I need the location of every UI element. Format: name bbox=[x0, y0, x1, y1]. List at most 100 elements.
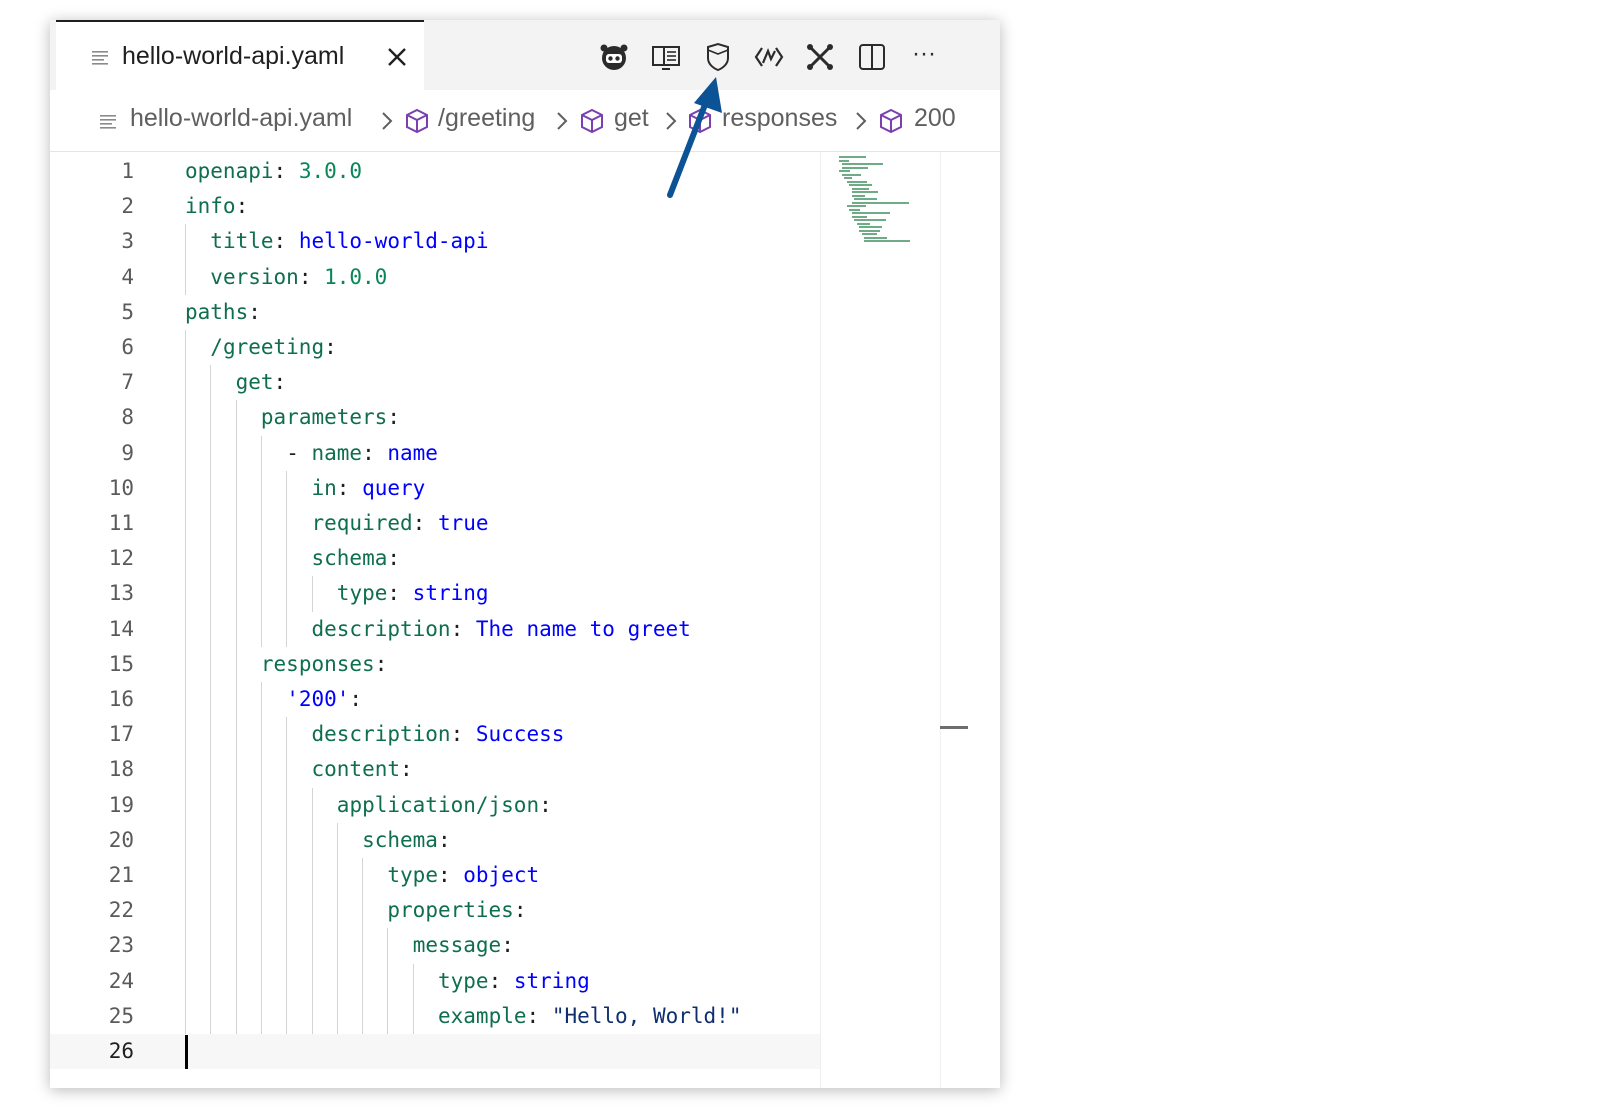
code-token-key: responses bbox=[260, 651, 375, 676]
breadcrumb-file[interactable]: hello-world-api.yaml bbox=[130, 104, 352, 133]
line-number: 1 bbox=[121, 159, 134, 183]
code-token-punct: : bbox=[450, 616, 476, 641]
minimap-line bbox=[854, 198, 877, 200]
code-token-key: title bbox=[210, 229, 274, 254]
code-line: type: object bbox=[387, 858, 539, 893]
code-token-key: get bbox=[235, 370, 274, 395]
line-number: 15 bbox=[108, 651, 134, 676]
close-icon[interactable] bbox=[384, 44, 410, 70]
code-token-val: '200' bbox=[286, 687, 350, 711]
text-cursor bbox=[185, 1035, 188, 1069]
scrollbar-position-marker bbox=[940, 726, 968, 729]
code-line: - name: name bbox=[286, 436, 438, 471]
code-line: type: string bbox=[337, 576, 489, 611]
minimap-line bbox=[849, 184, 872, 186]
vertical-scrollbar[interactable] bbox=[940, 152, 1000, 1088]
code-token-punct: : bbox=[273, 159, 299, 183]
indent-guide bbox=[185, 224, 186, 295]
tab-title: hello-world-api.yaml bbox=[122, 42, 345, 70]
code-token-key: application/json bbox=[336, 792, 540, 817]
code-line: content: bbox=[312, 752, 413, 787]
line-number: 5 bbox=[121, 299, 134, 324]
indent-guide bbox=[235, 400, 237, 1034]
code-editor[interactable]: 1 2 3 4 5 6 7 8 9 10 11 12 13 14 15 16 17 18 19 20 21 22 23 24 2… bbox=[50, 152, 1000, 1088]
line-number: 18 bbox=[108, 757, 134, 782]
indent-guide bbox=[412, 963, 414, 1034]
indent-guide bbox=[286, 717, 288, 1034]
indent-guide bbox=[185, 330, 186, 1034]
code-token-punct: : bbox=[387, 405, 400, 430]
code-token-punct: : bbox=[526, 1003, 552, 1028]
minimap-line bbox=[839, 170, 851, 172]
api-bot-icon[interactable] bbox=[598, 41, 630, 73]
code-token-key: in bbox=[311, 475, 337, 500]
code-line: type: string bbox=[438, 964, 590, 999]
minimap-line bbox=[854, 219, 887, 221]
line-number: 6 bbox=[121, 335, 134, 359]
minimap-line bbox=[839, 159, 849, 162]
code-token-punct: : bbox=[488, 968, 514, 993]
chevron-right-icon bbox=[557, 112, 568, 130]
more-actions-icon[interactable]: ··· bbox=[908, 41, 940, 73]
minimap-line bbox=[846, 180, 868, 183]
code-token-key: info bbox=[185, 194, 236, 219]
code-token-val: The name to greet bbox=[475, 616, 691, 641]
chevron-right-icon bbox=[856, 112, 867, 130]
code-line: description: Success bbox=[312, 717, 565, 752]
code-line: paths: bbox=[185, 295, 261, 330]
minimap-line bbox=[851, 215, 867, 218]
minimap-line bbox=[851, 191, 879, 193]
indent-guide bbox=[362, 858, 364, 1034]
code-token-punct: : bbox=[324, 335, 337, 359]
shield-icon[interactable] bbox=[702, 41, 734, 73]
code-line: parameters: bbox=[261, 400, 400, 435]
breadcrumb-item-200[interactable]: 200 bbox=[914, 104, 956, 133]
code-token-key: required bbox=[311, 511, 413, 535]
code-token-punct: : bbox=[374, 651, 388, 676]
code-token-key: version bbox=[210, 264, 299, 289]
line-number: 16 bbox=[108, 687, 134, 711]
minimap-line bbox=[851, 194, 865, 197]
minimap[interactable] bbox=[820, 152, 941, 1088]
code-line: in: query bbox=[312, 471, 426, 506]
minimap-line bbox=[859, 226, 882, 228]
breadcrumb-item-greeting[interactable]: /greeting bbox=[438, 104, 535, 133]
code-token-val: string bbox=[513, 968, 590, 993]
code-token-punct: : bbox=[387, 581, 413, 606]
tools-icon[interactable] bbox=[804, 41, 836, 73]
code-token-str: "Hello, World!" bbox=[551, 1003, 742, 1028]
minimap-line bbox=[859, 229, 880, 232]
code-token-punct: : bbox=[336, 475, 363, 500]
indent-guide bbox=[210, 365, 212, 1034]
minimap-line bbox=[851, 212, 890, 214]
code-token-punct: : bbox=[248, 299, 261, 324]
indent-guide bbox=[336, 822, 338, 1034]
breadcrumb-item-get[interactable]: get bbox=[614, 104, 649, 133]
cube-icon bbox=[581, 108, 603, 134]
code-line: properties: bbox=[387, 893, 526, 928]
code-token-key: type bbox=[438, 968, 489, 993]
code-token-key: name bbox=[311, 440, 363, 465]
open-preview-icon[interactable] bbox=[650, 41, 682, 73]
split-editor-icon[interactable] bbox=[856, 41, 888, 73]
code-line: openapi: 3.0.0 bbox=[185, 154, 362, 189]
code-token-punct: : bbox=[412, 511, 438, 535]
code-token-key: schema bbox=[311, 546, 388, 571]
code-token-punct: : bbox=[235, 194, 249, 219]
code-line: required: true bbox=[312, 506, 489, 541]
code-token-key: openapi bbox=[185, 159, 274, 183]
minimap-line bbox=[839, 156, 866, 158]
minimap-line bbox=[856, 222, 870, 225]
code-token-key: /greeting bbox=[210, 335, 325, 359]
code-line: application/json: bbox=[337, 788, 552, 823]
code-line: schema: bbox=[312, 541, 401, 576]
line-number: 7 bbox=[121, 370, 134, 395]
code-token-num: 3.0.0 bbox=[298, 159, 363, 183]
current-line-highlight bbox=[50, 1034, 820, 1069]
minimap-line bbox=[844, 177, 852, 179]
tab-hello-world-api-yaml[interactable]: hello-world-api.yaml bbox=[56, 20, 424, 90]
code-token-punct: : bbox=[387, 546, 401, 571]
minimap-line bbox=[841, 163, 884, 165]
swagger-icon[interactable] bbox=[753, 41, 785, 73]
line-number: 8 bbox=[121, 405, 134, 430]
